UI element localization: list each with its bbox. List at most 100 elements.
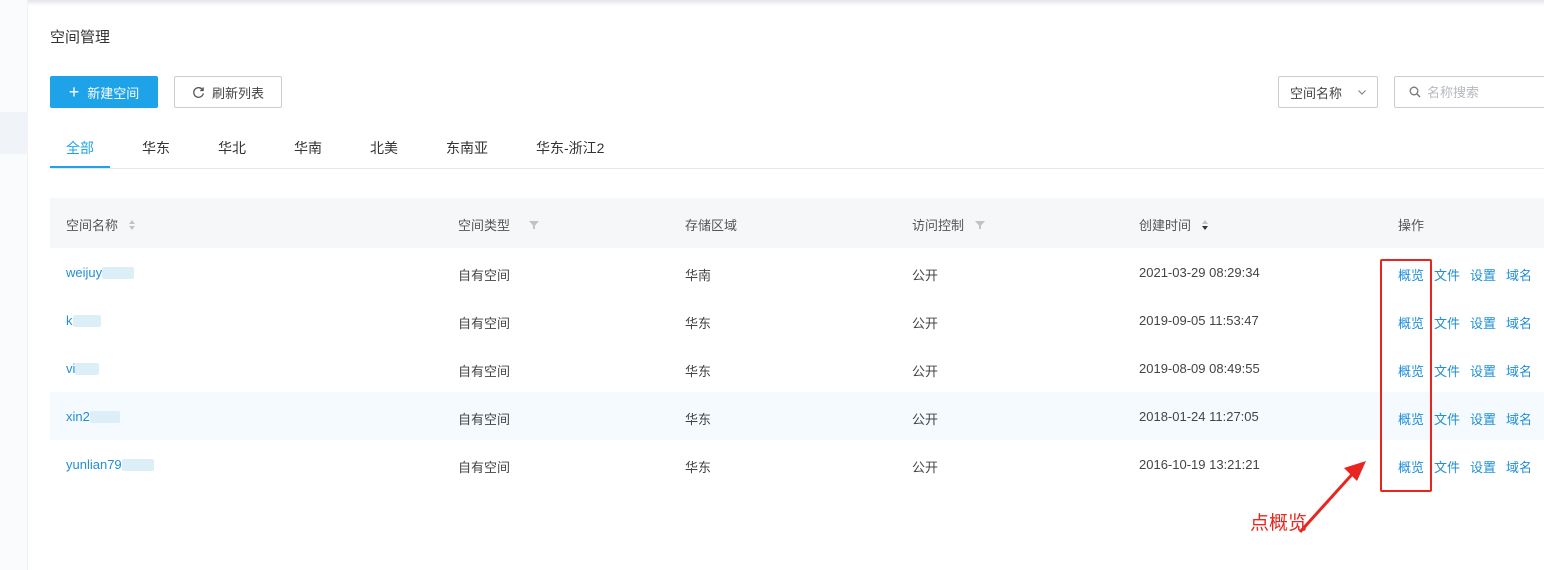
sort-icon[interactable] bbox=[128, 219, 136, 231]
space-name-link[interactable]: weijuy bbox=[66, 265, 135, 280]
settings-link[interactable]: 设置 bbox=[1470, 265, 1496, 284]
header-space-name-label: 空间名称 bbox=[66, 218, 119, 233]
header-space-type-label: 空间类型 bbox=[458, 218, 511, 233]
sidebar-selected-item[interactable] bbox=[0, 112, 28, 154]
domain-link[interactable]: 域名 bbox=[1506, 409, 1532, 428]
domain-link[interactable]: 域名 bbox=[1506, 313, 1532, 332]
space-name-text: yunlian79 bbox=[66, 457, 122, 472]
space-name-text: weijuy bbox=[66, 265, 103, 280]
header-region: 存储区域 bbox=[685, 215, 737, 234]
redacted-mask bbox=[102, 266, 135, 279]
top-bar-shadow bbox=[0, 0, 1544, 6]
redacted-mask bbox=[121, 458, 154, 471]
files-link[interactable]: 文件 bbox=[1434, 409, 1460, 428]
space-name-link[interactable]: vi bbox=[66, 361, 100, 376]
header-access-control-label: 访问控制 bbox=[912, 218, 965, 233]
filter-icon[interactable] bbox=[974, 220, 986, 230]
header-space-name[interactable]: 空间名称 bbox=[66, 215, 136, 234]
region-cell: 华东 bbox=[685, 316, 712, 331]
space-type-cell: 自有空间 bbox=[458, 412, 511, 427]
files-link[interactable]: 文件 bbox=[1434, 361, 1460, 380]
region-cell: 华东 bbox=[685, 364, 712, 379]
space-name-text: k bbox=[66, 313, 73, 328]
space-name-link[interactable]: k bbox=[66, 313, 101, 328]
tab-south-china[interactable]: 华南 bbox=[294, 138, 322, 158]
header-created-time-label: 创建时间 bbox=[1139, 218, 1192, 233]
settings-link[interactable]: 设置 bbox=[1470, 361, 1496, 380]
access-cell: 公开 bbox=[912, 268, 939, 283]
settings-link[interactable]: 设置 bbox=[1470, 409, 1496, 428]
files-link[interactable]: 文件 bbox=[1434, 313, 1460, 332]
settings-link[interactable]: 设置 bbox=[1470, 313, 1496, 332]
space-name-link[interactable]: xin2 bbox=[66, 409, 120, 424]
tab-east-china[interactable]: 华东 bbox=[142, 138, 170, 158]
table-header: 空间名称 空间类型 存储区域 访问控制 创建时间 操作 bbox=[50, 198, 1544, 248]
refresh-icon bbox=[193, 86, 204, 98]
header-access-control[interactable]: 访问控制 bbox=[912, 215, 986, 234]
created-time-cell: 2021-03-29 08:29:34 bbox=[1139, 265, 1260, 280]
refresh-list-button[interactable]: 刷新列表 bbox=[174, 76, 282, 108]
header-space-type[interactable]: 空间类型 bbox=[458, 215, 540, 234]
new-space-button[interactable]: + 新建空间 bbox=[50, 76, 158, 108]
search-input[interactable] bbox=[1427, 84, 1537, 100]
region-tabs: 全部 华东 华北 华南 北美 东南亚 华东-浙江2 bbox=[50, 128, 1544, 169]
space-type-cell: 自有空间 bbox=[458, 316, 511, 331]
redacted-mask bbox=[75, 362, 100, 375]
table-row: yunlian79 自有空间 华东 公开 2016-10-19 13:21:21… bbox=[50, 440, 1544, 488]
left-sidebar bbox=[0, 0, 28, 570]
domain-link[interactable]: 域名 bbox=[1506, 265, 1532, 284]
redacted-mask bbox=[89, 410, 120, 423]
table-row: xin2 自有空间 华东 公开 2018-01-24 11:27:05 概览 文… bbox=[50, 392, 1544, 440]
refresh-list-button-label: 刷新列表 bbox=[211, 85, 264, 101]
tab-north-america[interactable]: 北美 bbox=[370, 138, 398, 158]
search-field-select-value: 空间名称 bbox=[1290, 85, 1343, 101]
tab-southeast-asia[interactable]: 东南亚 bbox=[446, 138, 488, 158]
table-row: weijuy 自有空间 华南 公开 2021-03-29 08:29:34 概览… bbox=[50, 248, 1544, 296]
access-cell: 公开 bbox=[912, 364, 939, 379]
annotation-text: 点概览 bbox=[1250, 513, 1308, 534]
space-type-cell: 自有空间 bbox=[458, 268, 511, 283]
search-icon bbox=[1409, 86, 1421, 98]
space-type-cell: 自有空间 bbox=[458, 460, 511, 475]
filter-icon[interactable] bbox=[528, 220, 540, 230]
space-table: 空间名称 空间类型 存储区域 访问控制 创建时间 操作 weijuy 自有空间 … bbox=[50, 198, 1544, 488]
space-name-text: vi bbox=[66, 361, 76, 376]
header-created-time[interactable]: 创建时间 bbox=[1139, 215, 1209, 234]
access-cell: 公开 bbox=[912, 412, 939, 427]
header-operations: 操作 bbox=[1398, 215, 1424, 234]
plus-icon: + bbox=[68, 82, 80, 102]
table-row: vi 自有空间 华东 公开 2019-08-09 08:49:55 概览 文件 … bbox=[50, 344, 1544, 392]
space-name-text: xin2 bbox=[66, 409, 90, 424]
space-name-link[interactable]: yunlian79 bbox=[66, 457, 154, 472]
files-link[interactable]: 文件 bbox=[1434, 265, 1460, 284]
active-tab-indicator bbox=[50, 166, 110, 168]
header-region-label: 存储区域 bbox=[685, 218, 738, 233]
region-cell: 华东 bbox=[685, 412, 712, 427]
sort-desc-icon[interactable] bbox=[1201, 219, 1209, 231]
created-time-cell: 2016-10-19 13:21:21 bbox=[1139, 457, 1260, 472]
domain-link[interactable]: 域名 bbox=[1506, 457, 1532, 476]
new-space-button-label: 新建空间 bbox=[87, 85, 140, 101]
files-link[interactable]: 文件 bbox=[1434, 457, 1460, 476]
region-cell: 华南 bbox=[685, 268, 712, 283]
search-box[interactable] bbox=[1394, 76, 1544, 108]
region-cell: 华东 bbox=[685, 460, 712, 475]
created-time-cell: 2019-09-05 11:53:47 bbox=[1139, 313, 1259, 328]
chevron-down-icon bbox=[1358, 90, 1366, 95]
table-row: k 自有空间 华东 公开 2019-09-05 11:53:47 概览 文件 设… bbox=[50, 296, 1544, 344]
search-field-select[interactable]: 空间名称 bbox=[1278, 76, 1378, 108]
access-cell: 公开 bbox=[912, 460, 939, 475]
header-operations-label: 操作 bbox=[1398, 218, 1425, 233]
tab-all[interactable]: 全部 bbox=[66, 138, 94, 158]
tab-east-china-zhejiang2[interactable]: 华东-浙江2 bbox=[536, 138, 604, 158]
domain-link[interactable]: 域名 bbox=[1506, 361, 1532, 380]
tab-north-china[interactable]: 华北 bbox=[218, 138, 246, 158]
page-title: 空间管理 bbox=[50, 29, 111, 46]
settings-link[interactable]: 设置 bbox=[1470, 457, 1496, 476]
access-cell: 公开 bbox=[912, 316, 939, 331]
space-type-cell: 自有空间 bbox=[458, 364, 511, 379]
annotation-highlight-box bbox=[1380, 259, 1432, 492]
created-time-cell: 2019-08-09 08:49:55 bbox=[1139, 361, 1260, 376]
redacted-mask bbox=[72, 314, 101, 327]
created-time-cell: 2018-01-24 11:27:05 bbox=[1139, 409, 1259, 424]
